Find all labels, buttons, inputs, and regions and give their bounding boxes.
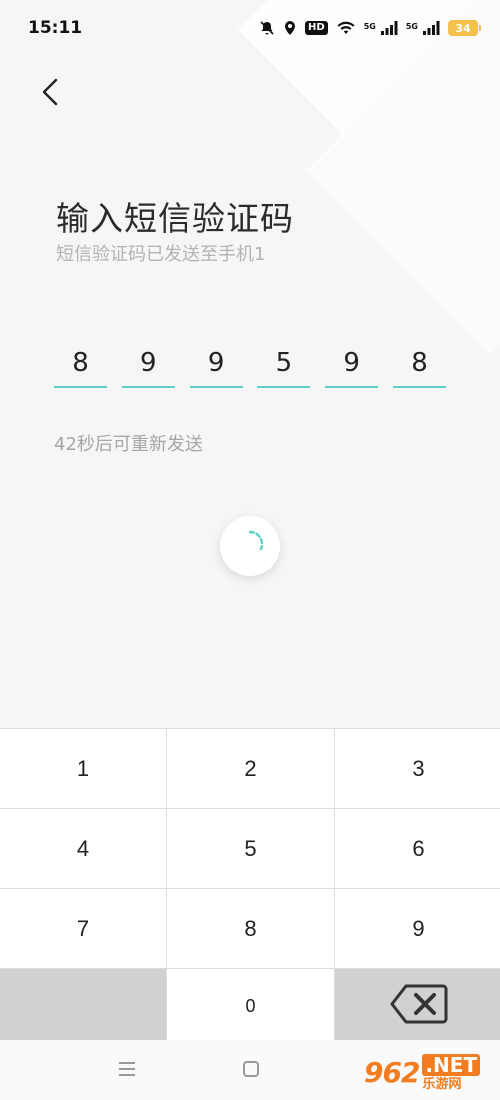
watermark-sub: 乐游网 (422, 1076, 462, 1092)
status-icons: HD 5G 5G 34 (259, 20, 481, 36)
watermark: 962 .NET 乐游网 (364, 1048, 492, 1096)
page-subtitle: 短信验证码已发送至手机1 (56, 244, 266, 265)
code-digit-3[interactable]: 9 (189, 340, 243, 388)
code-digit-6[interactable]: 8 (392, 340, 446, 388)
code-digit-2[interactable]: 9 (121, 340, 175, 388)
status-time: 15:11 (28, 18, 83, 38)
key-2[interactable]: 2 (167, 729, 334, 808)
numeric-keypad: 1 2 3 4 5 6 7 8 9 0 (0, 728, 500, 1044)
signal-icon (380, 20, 398, 36)
resend-countdown: 42秒后可重新发送 (54, 434, 203, 455)
network-label: 5G (363, 22, 376, 31)
verification-code-input[interactable]: 8 9 9 5 9 8 (54, 340, 446, 390)
status-bar: 15:11 HD 5G 5G 34 (0, 0, 500, 56)
key-4[interactable]: 4 (0, 809, 166, 888)
chevron-left-icon (40, 77, 60, 111)
key-8[interactable]: 8 (167, 889, 334, 968)
key-5[interactable]: 5 (167, 809, 334, 888)
key-6[interactable]: 6 (335, 809, 500, 888)
key-3[interactable]: 3 (335, 729, 500, 808)
watermark-net: .NET (422, 1053, 481, 1076)
system-nav-bar: 962 .NET 乐游网 (0, 1040, 500, 1100)
hd-badge: HD (305, 21, 328, 35)
key-7[interactable]: 7 (0, 889, 166, 968)
network-label: 5G (405, 22, 418, 31)
code-digit-5[interactable]: 9 (325, 340, 379, 388)
code-digit-4[interactable]: 5 (257, 340, 311, 388)
key-1[interactable]: 1 (0, 729, 166, 808)
mute-bell-icon (259, 20, 275, 36)
wifi-icon (336, 20, 356, 36)
signal-icon (422, 20, 440, 36)
loading-spinner (220, 516, 280, 576)
square-icon (240, 1061, 262, 1084)
recent-apps-button[interactable] (116, 1058, 138, 1080)
watermark-text: .NET 乐游网 (422, 1053, 481, 1092)
delete-key[interactable] (335, 969, 500, 1044)
key-blank (0, 969, 166, 1044)
key-0[interactable]: 0 (167, 969, 334, 1044)
code-digit-1[interactable]: 8 (54, 340, 107, 388)
back-button[interactable] (30, 74, 70, 114)
backspace-icon (390, 983, 448, 1031)
battery-indicator: 34 (448, 20, 481, 36)
home-button[interactable] (240, 1058, 262, 1080)
page-title: 输入短信验证码 (56, 199, 294, 238)
menu-icon (116, 1062, 138, 1084)
watermark-logo: 962 (364, 1055, 420, 1089)
key-9[interactable]: 9 (335, 889, 500, 968)
location-icon (283, 20, 297, 36)
spinner-icon (235, 529, 265, 563)
